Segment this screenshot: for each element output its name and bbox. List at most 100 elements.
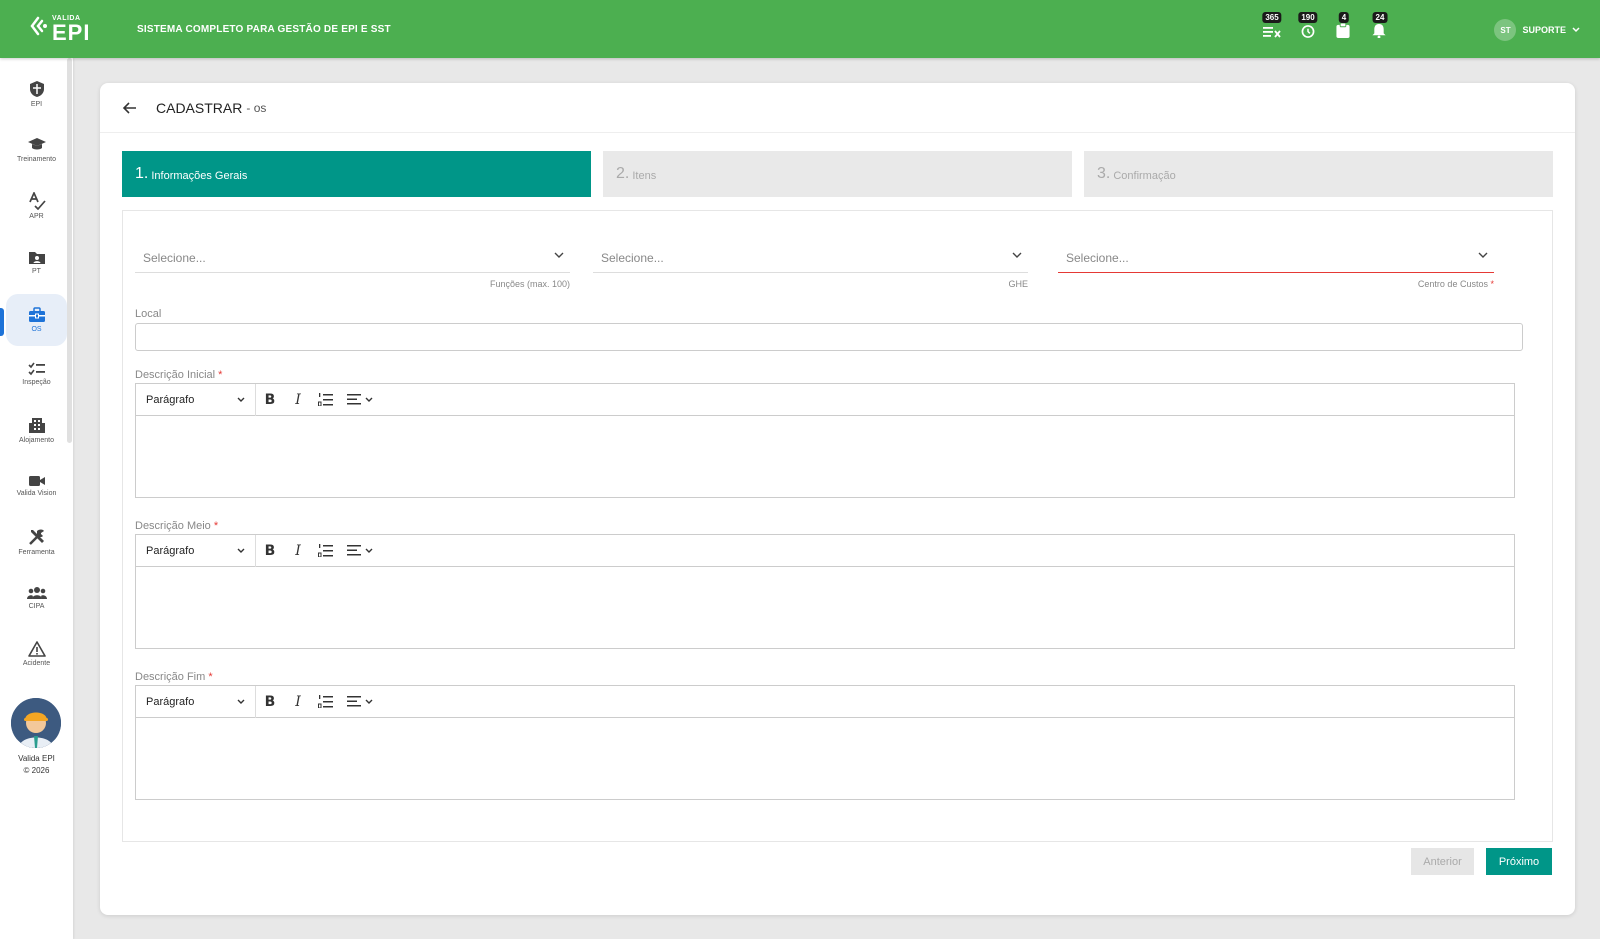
paragraph-format-value: Parágrafo [146,393,195,406]
step-number: 2. [616,165,630,182]
step-label: Confirmação [1113,169,1176,182]
funcoes-label: Funções (max. 100) [489,279,570,289]
user-name: SUPORTE [1522,25,1566,35]
sidebar-item-label: Acidente [22,660,51,667]
descricao-meio-editor: Parágrafo B I [135,534,1515,649]
ghe-label: GHE [1008,279,1028,289]
funcoes-select[interactable]: Selecione... [135,239,570,273]
clipboard-button[interactable]: 4 [1334,12,1354,38]
group-icon [26,587,47,599]
chevron-down-icon [554,252,564,258]
editor-content-area[interactable] [136,718,1514,800]
page-subtitle: - os [246,100,267,115]
align-left-icon [347,696,361,707]
logo-mark-icon [30,16,48,42]
sidebar-item-epi[interactable]: EPI [6,68,67,120]
sidebar-scrollbar[interactable] [67,58,72,443]
editor-content-area[interactable] [136,567,1514,649]
italic-button[interactable]: I [284,384,312,416]
top-notifications: 365 190 4 24 [1262,12,1390,38]
sidebar-item-valida-vision[interactable]: Valida Vision [6,460,67,512]
chevron-down-icon [237,397,245,402]
badge-count: 190 [1298,12,1318,23]
editor-toolbar: Parágrafo B I [136,534,1514,567]
active-indicator [0,308,4,336]
bold-button[interactable]: B [256,384,284,416]
align-left-icon [347,545,361,556]
editor-content-area[interactable] [136,416,1514,498]
clipboard-icon [1336,23,1350,38]
user-menu[interactable]: ST SUPORTE [1494,19,1580,41]
list-remove-icon [1263,27,1281,38]
spellcheck-icon [28,192,46,210]
arrow-left-icon[interactable] [122,100,138,116]
numbered-list-button[interactable] [312,686,340,718]
numbered-list-button[interactable] [312,384,340,416]
chevron-down-icon [365,397,373,402]
sidebar-item-inspecao[interactable]: Inspeção [6,348,67,400]
chevron-down-icon [365,699,373,704]
badge-count: 24 [1372,12,1388,23]
history-button[interactable]: 190 [1298,12,1318,38]
warning-icon [27,641,46,657]
paragraph-format-select[interactable]: Parágrafo [136,534,256,567]
graduation-cap-icon [27,138,46,150]
next-button[interactable]: Próximo [1486,848,1552,875]
descricao-meio-label: Descrição Meio * [135,520,219,532]
numbered-list-icon [318,544,333,557]
step-informacoes-gerais[interactable]: 1. Informações Gerais [122,151,591,197]
step-itens[interactable]: 2. Itens [603,151,1072,197]
align-button[interactable] [340,535,380,567]
top-bar: VALIDA EPI SISTEMA COMPLETO PARA GESTÃO … [0,0,1600,58]
notifications-button[interactable]: 24 [1370,12,1390,38]
step-confirmacao[interactable]: 3. Confirmação [1084,151,1553,197]
sidebar-item-alojamento[interactable]: Alojamento [6,404,67,456]
stepper: 1. Informações Gerais 2. Itens 3. Confir… [122,151,1553,197]
italic-button[interactable]: I [284,686,312,718]
sidebar-item-label: Valida Vision [16,490,57,497]
sidebar-item-label: Ferramenta [18,549,55,556]
italic-button[interactable]: I [284,535,312,567]
numbered-list-button[interactable] [312,535,340,567]
sidebar-item-os[interactable]: OS [6,294,67,346]
badge-count: 365 [1262,12,1282,23]
main-card: CADASTRAR - os 1. Informações Gerais 2. … [100,83,1575,915]
numbered-list-icon [318,393,333,406]
numbered-list-icon [318,695,333,708]
ghe-select[interactable]: Selecione... [593,239,1028,273]
previous-button[interactable]: Anterior [1411,848,1474,875]
bold-button[interactable]: B [256,686,284,718]
building-icon [28,417,45,433]
system-title: SISTEMA COMPLETO PARA GESTÃO DE EPI E SS… [137,23,391,35]
shield-icon [29,81,44,97]
centro-custos-select[interactable]: Selecione... [1058,239,1494,273]
badge-count: 4 [1338,12,1350,23]
clock-history-icon [1301,25,1315,38]
page-title: CADASTRAR [156,99,243,116]
local-input[interactable] [135,323,1523,351]
video-camera-icon [28,476,45,486]
sidebar-item-pt[interactable]: PT [6,236,67,288]
local-label: Local [135,308,162,320]
list-remove-button[interactable]: 365 [1262,12,1282,38]
bold-button[interactable]: B [256,535,284,567]
align-button[interactable] [340,686,380,718]
sidebar-item-label: Alojamento [18,436,55,444]
align-button[interactable] [340,384,380,416]
descricao-inicial-editor: Parágrafo B I [135,383,1515,498]
sidebar-item-ferramenta[interactable]: Ferramenta [6,516,67,568]
sidebar-item-cipa[interactable]: CIPA [6,572,67,624]
sidebar-item-treinamento[interactable]: Treinamento [6,124,67,176]
editor-toolbar: Parágrafo B I [136,383,1514,416]
centro-custos-label: Centro de Custos * [1417,279,1494,289]
descricao-inicial-label: Descrição Inicial * [135,369,223,381]
paragraph-format-select[interactable]: Parágrafo [136,685,256,718]
paragraph-format-select[interactable]: Parágrafo [136,383,256,416]
checklist-icon [27,362,45,376]
sidebar-item-acidente[interactable]: Acidente [6,628,67,680]
toolbox-icon [28,307,45,322]
logo-big-text: EPI [52,19,91,45]
sidebar-item-apr[interactable]: APR [6,180,67,232]
step-number: 3. [1097,165,1111,182]
logo[interactable]: VALIDA EPI [30,15,108,44]
